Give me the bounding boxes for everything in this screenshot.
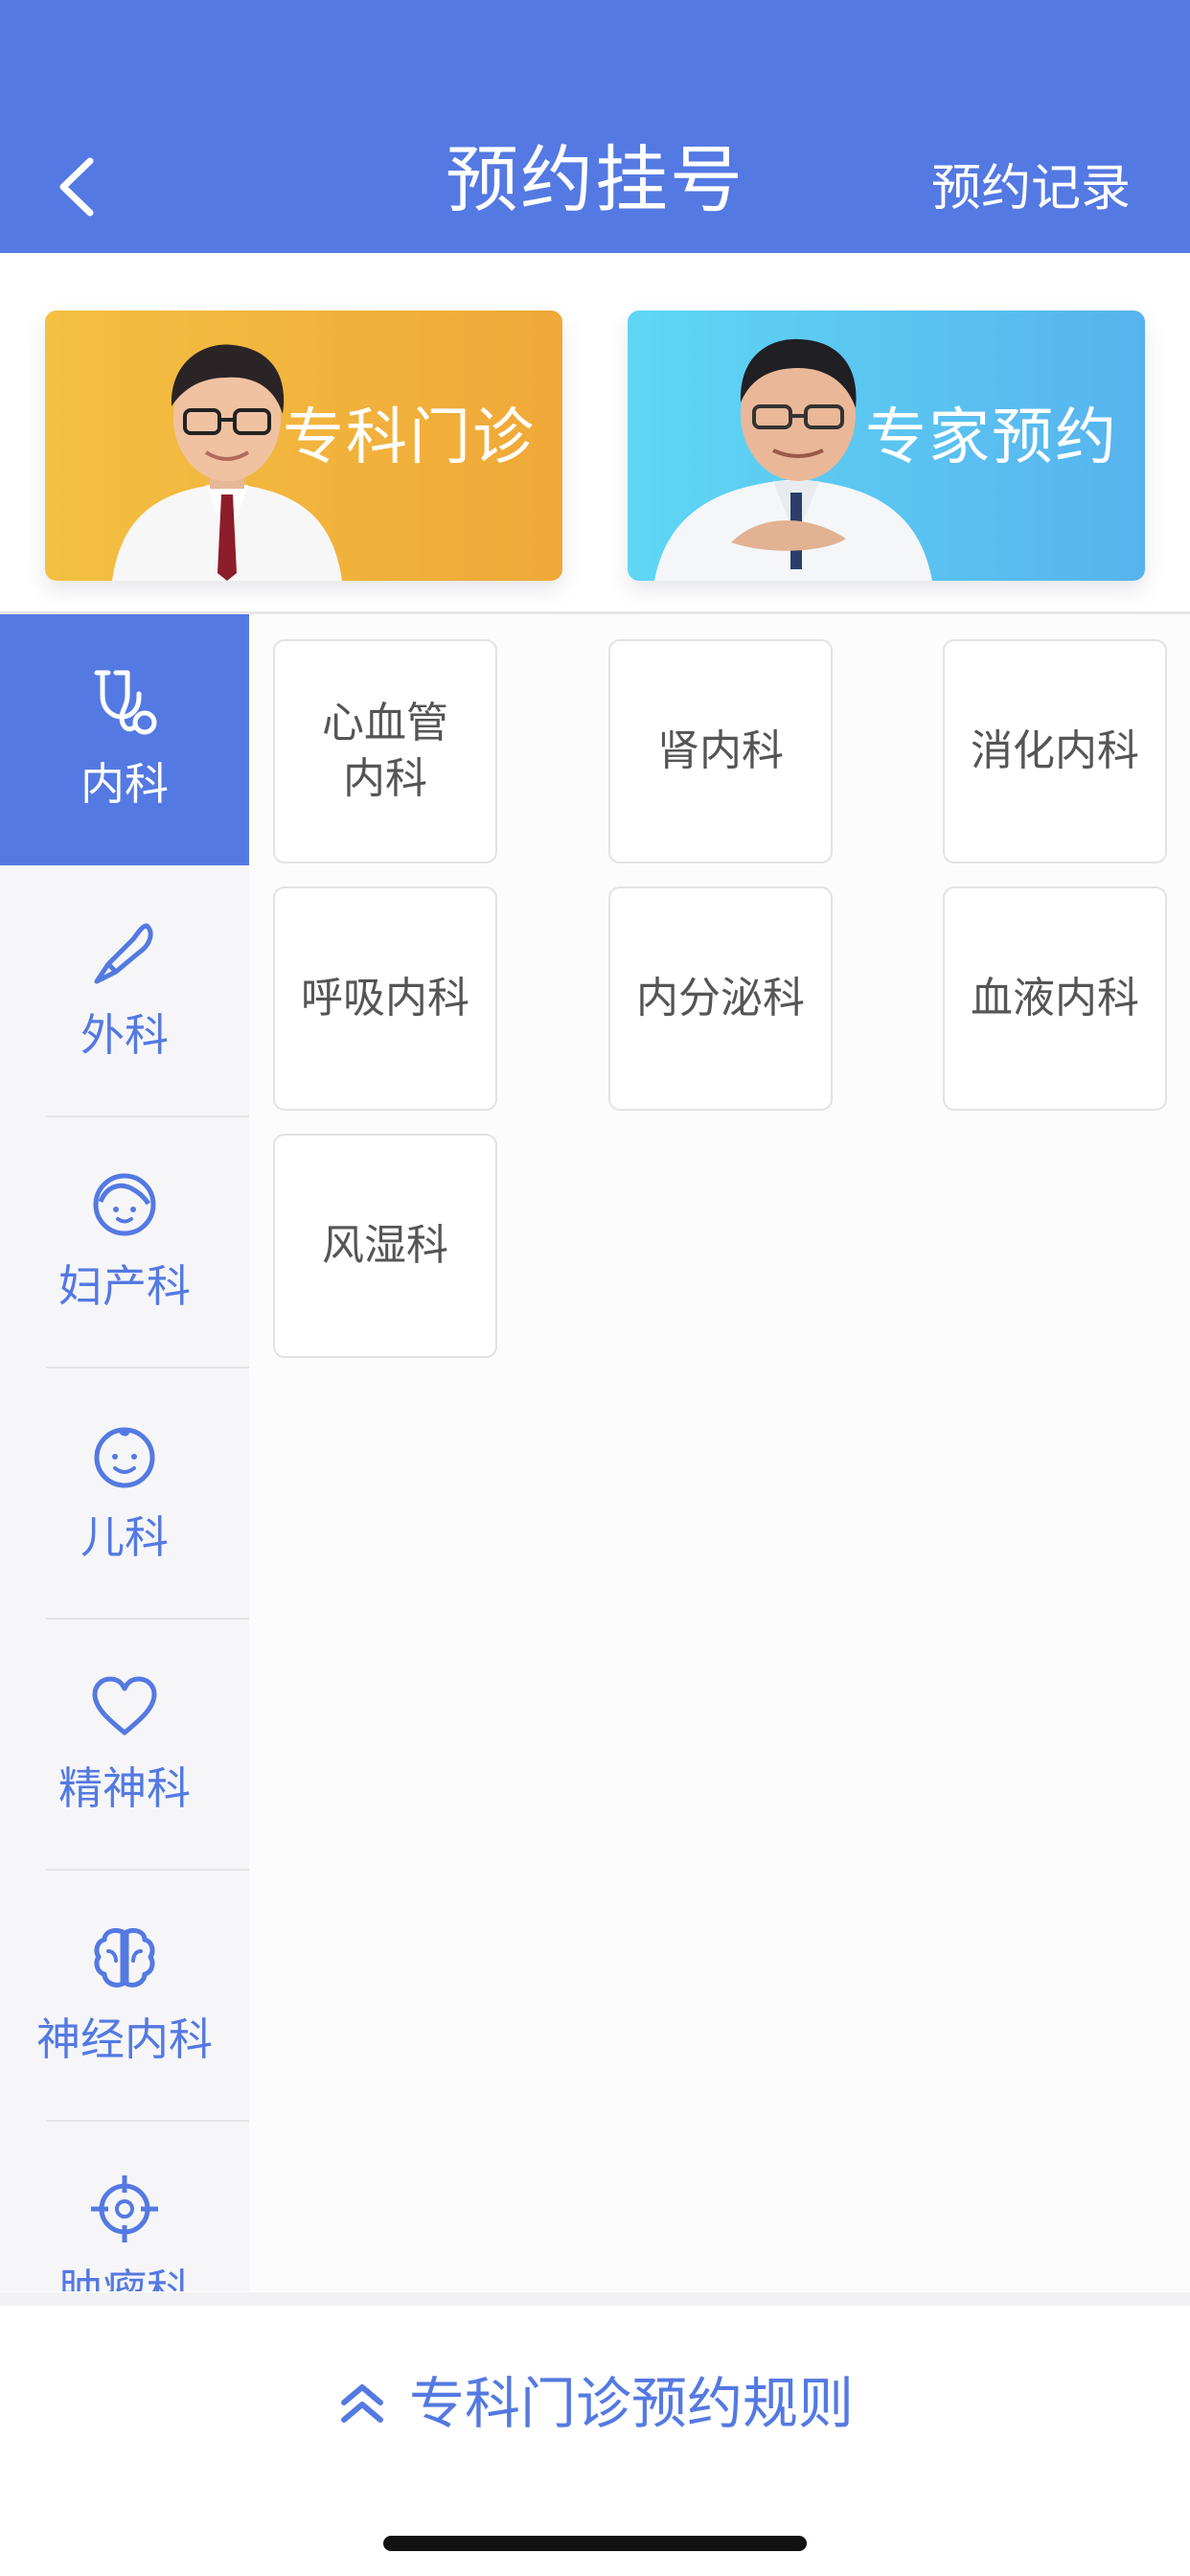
sidebar-item-label: 外科 xyxy=(80,1009,169,1061)
baby-face-icon xyxy=(94,1427,155,1488)
sidebar-item-label: 精神科 xyxy=(58,1762,191,1814)
double-chevron-up-icon xyxy=(340,2384,383,2423)
department-grid: 心血管 内科 肾内科 消化内科 呼吸内科 内分泌科 血液内科 风湿科 xyxy=(249,614,1190,2291)
expert-appointment-banner[interactable]: 专家预约 xyxy=(628,310,1145,581)
dept-gastroenterology[interactable]: 消化内科 xyxy=(943,639,1167,863)
sidebar-item-surgery[interactable]: 外科 xyxy=(0,865,249,1116)
specialty-clinic-banner[interactable]: 专科门诊 xyxy=(45,310,562,581)
dept-respiratory[interactable]: 呼吸内科 xyxy=(273,886,497,1111)
appointment-record-link[interactable]: 预约记录 xyxy=(931,155,1131,222)
home-indicator xyxy=(383,2536,807,2551)
woman-face-icon xyxy=(93,1173,156,1236)
sidebar-item-pediatrics[interactable]: 儿科 xyxy=(0,1368,249,1619)
dept-hematology[interactable]: 血液内科 xyxy=(943,886,1167,1111)
expert-appointment-label: 专家预约 xyxy=(865,402,1118,473)
bottom-bar: 专科门诊预约规则 xyxy=(0,2292,1190,2576)
sidebar-item-label: 儿科 xyxy=(80,1511,169,1563)
dept-nephrology[interactable]: 肾内科 xyxy=(608,639,833,863)
appointment-page: 预约挂号 预约记录 专科门诊 专家预约 内科 外科 妇产科 儿科 精神科 神经内… xyxy=(0,0,1190,2576)
heart-icon xyxy=(92,1676,157,1736)
sidebar-item-internal-medicine[interactable]: 内科 xyxy=(0,614,249,865)
tumor-target-icon xyxy=(91,2175,158,2242)
brain-icon xyxy=(94,1927,155,1988)
sidebar-item-label: 内科 xyxy=(80,758,169,810)
sidebar-item-label: 肿瘤科 xyxy=(58,2265,191,2291)
appointment-rules-label: 专科门诊预约规则 xyxy=(408,2371,854,2436)
appointment-rules-button[interactable]: 专科门诊预约规则 xyxy=(0,2365,1190,2442)
sidebar-item-psychiatry[interactable]: 精神科 xyxy=(0,1619,249,1870)
sidebar-item-gynecology[interactable]: 妇产科 xyxy=(0,1116,249,1368)
sidebar-item-neurology[interactable]: 神经内科 xyxy=(0,1870,249,2121)
scalpel-icon xyxy=(94,923,153,984)
dept-endocrinology[interactable]: 内分泌科 xyxy=(608,886,833,1111)
sidebar-item-oncology[interactable]: 肿瘤科 xyxy=(0,2121,249,2291)
top-bar: 预约挂号 预约记录 xyxy=(0,0,1190,253)
dept-cardiology[interactable]: 心血管 内科 xyxy=(273,639,497,863)
banner-area: 专科门诊 专家预约 xyxy=(0,253,1190,613)
specialty-clinic-label: 专科门诊 xyxy=(283,402,536,473)
department-category-sidebar: 内科 外科 妇产科 儿科 精神科 神经内科 肿瘤科 xyxy=(0,614,249,2291)
sidebar-item-label: 妇产科 xyxy=(58,1260,191,1312)
stethoscope-icon xyxy=(94,670,157,735)
dept-rheumatology[interactable]: 风湿科 xyxy=(273,1134,497,1358)
sidebar-item-label: 神经内科 xyxy=(36,2013,213,2065)
